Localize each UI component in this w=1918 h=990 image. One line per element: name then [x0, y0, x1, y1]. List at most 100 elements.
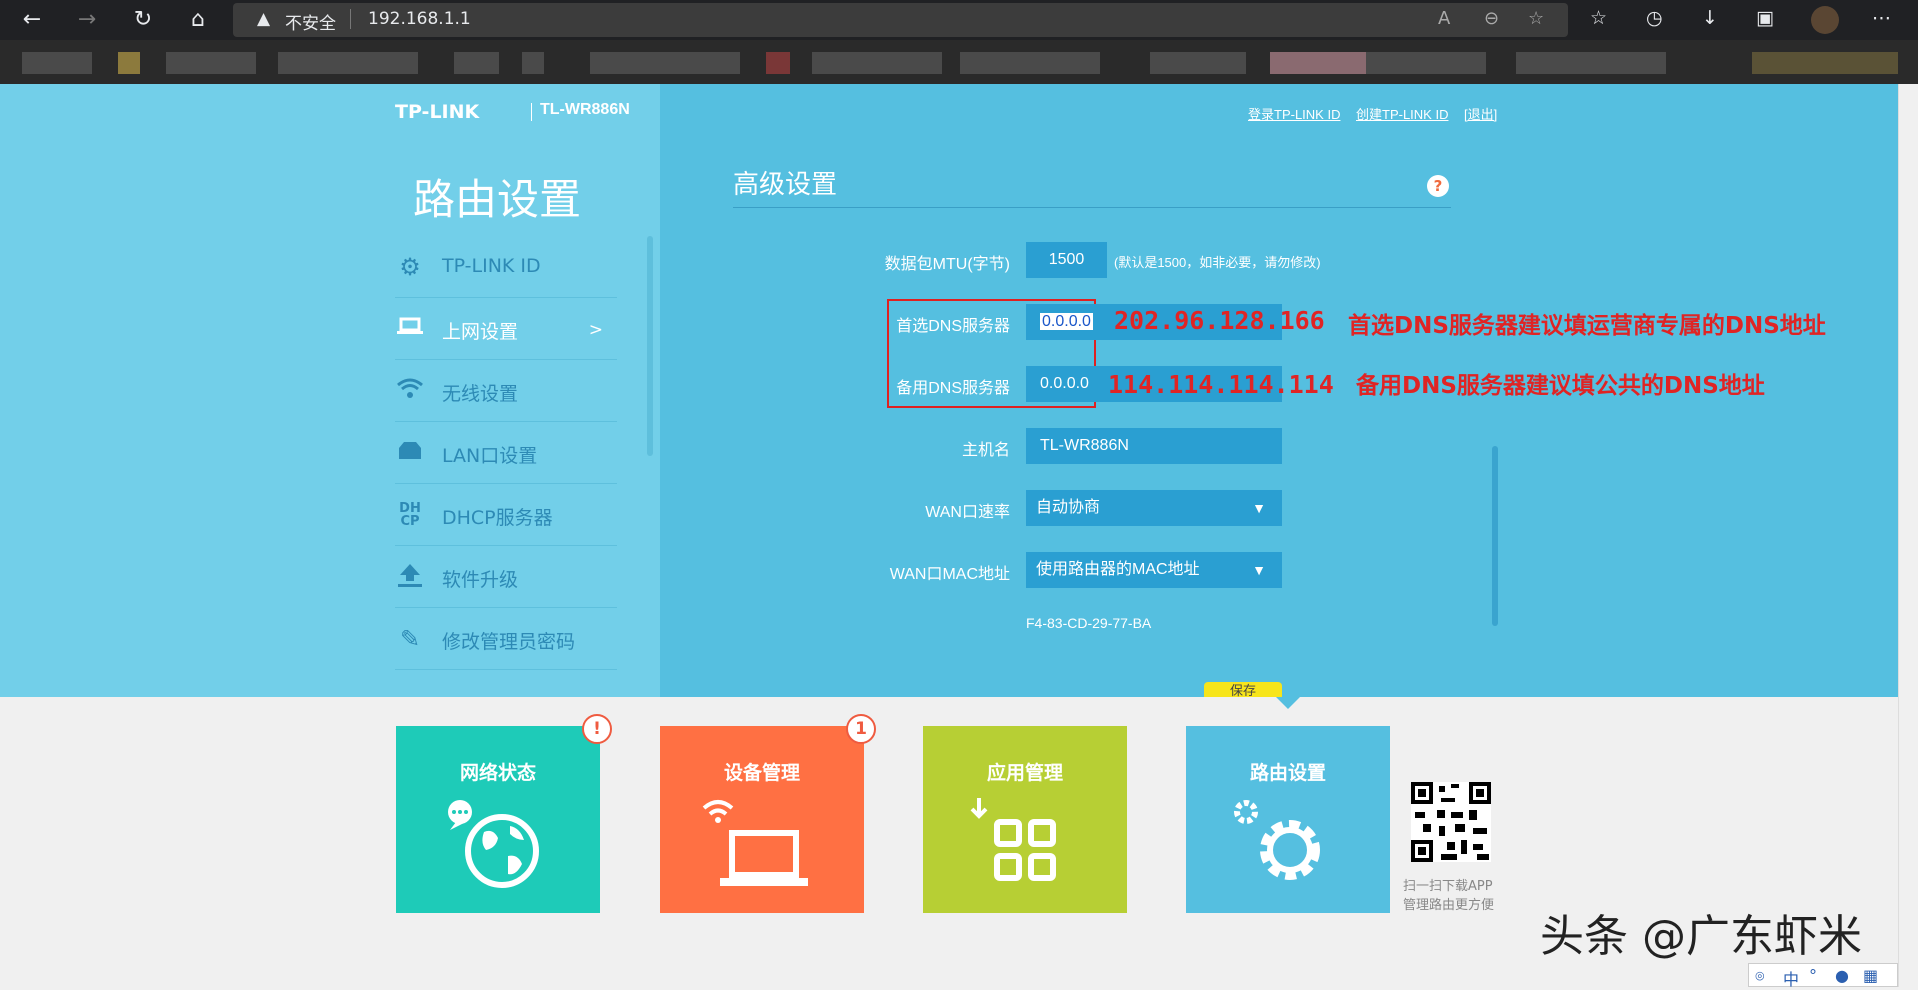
read-aloud-icon[interactable]: A [1438, 8, 1450, 29]
download-icon[interactable]: ↓ [1702, 7, 1718, 29]
bookmark-item[interactable] [590, 52, 740, 74]
mtu-hint: (默认是1500，如非必要，请勿修改) [1114, 255, 1321, 270]
dns2-annotation-ip: 114.114.114.114 [1108, 370, 1334, 399]
section-title: 高级设置 [733, 170, 838, 200]
wan-speed-select[interactable]: 自动协商 ▼ [1026, 490, 1282, 526]
refresh-icon[interactable]: ↻ [129, 6, 157, 34]
forward-icon[interactable]: → [73, 6, 101, 34]
dns1-input[interactable]: 0.0.0.0 [1026, 304, 1096, 340]
sidebar-item-label: LAN口设置 [442, 445, 538, 467]
qr-code-image [1411, 782, 1491, 862]
tile-network-status[interactable]: 网络状态 ! [396, 714, 612, 913]
bookmark-item[interactable] [960, 52, 1100, 74]
home-icon[interactable]: ⌂ [184, 6, 212, 34]
microphone-icon[interactable]: ● [1835, 966, 1849, 985]
zoom-icon[interactable]: ⊖ [1484, 8, 1499, 29]
sidebar-scrollbar[interactable] [647, 236, 653, 456]
laptop-icon [395, 314, 425, 344]
qr-caption: 扫一扫下载APP 管理路由更方便 [1403, 877, 1503, 915]
bookmark-item[interactable] [766, 52, 790, 74]
sidebar-item-dhcp[interactable]: DH CP DHCP服务器 [395, 484, 617, 546]
content-scrollbar[interactable] [1492, 446, 1498, 626]
bookmark-item[interactable] [22, 52, 92, 74]
ime-toolbar: ◎ 中 ° ● ▦ [1748, 963, 1898, 990]
gears-icon [1228, 798, 1348, 893]
lan-icon [395, 438, 425, 468]
hostname-input[interactable]: TL-WR886N [1026, 428, 1282, 464]
ime-menu-icon[interactable]: ▦ [1863, 966, 1878, 985]
dns1-annotation-note: 首选DNS服务器建议填运营商专属的DNS地址 [1348, 313, 1826, 339]
bookmark-item[interactable] [1366, 52, 1486, 74]
sidebar-item-upgrade[interactable]: 软件升级 [395, 546, 617, 608]
more-menu-icon[interactable]: ⋯ [1872, 7, 1891, 29]
dhcp-icon: DH CP [399, 501, 421, 529]
login-tplink-link[interactable]: 登录TP-LINK ID [1248, 104, 1340, 123]
logo-divider [531, 103, 532, 121]
sidebar-item-internet[interactable]: 上网设置 > [395, 298, 617, 360]
upload-icon [395, 562, 425, 592]
back-icon[interactable]: ← [18, 6, 46, 34]
page-scrollbar[interactable] [1898, 84, 1918, 987]
qr-caption-line: 扫一扫下载APP [1403, 879, 1493, 894]
save-button[interactable]: 保存 [1204, 682, 1282, 697]
tile-app-management[interactable]: 应用管理 [923, 726, 1127, 913]
bookmark-item[interactable] [278, 52, 418, 74]
bookmark-item[interactable] [1516, 52, 1666, 74]
favorites-icon[interactable]: ☆ [1590, 7, 1607, 29]
browser-toolbar: ← → ↻ ⌂ ▲ 不安全 192.168.1.1 A ⊖ ☆ ☆ ◷ ↓ ▣ … [0, 0, 1918, 40]
tile-title: 网络状态 [459, 762, 536, 784]
mac-address-text: F4-83-CD-29-77-BA [1026, 615, 1152, 631]
ime-punct-icon[interactable]: ° [1809, 966, 1817, 985]
help-icon[interactable]: ? [1427, 175, 1449, 197]
tile-title: 设备管理 [723, 762, 800, 784]
pencil-icon: ✎ [399, 625, 421, 653]
sidebar-item-label: DHCP服务器 [442, 507, 553, 529]
ime-logo-icon[interactable]: ◎ [1755, 969, 1765, 982]
wan-speed-label: WAN口速率 [925, 504, 1010, 521]
create-tplink-link[interactable]: 创建TP-LINK ID [1356, 104, 1448, 123]
brand-logo: TP-LINK [395, 101, 480, 123]
model-name: TL-WR886N [540, 101, 630, 118]
tile-router-settings[interactable]: 路由设置 [1186, 726, 1390, 913]
wan-mac-label: WAN口MAC地址 [889, 566, 1010, 583]
address-divider [350, 9, 351, 29]
sidebar-item-wireless[interactable]: 无线设置 [395, 360, 617, 422]
bookmark-item[interactable] [454, 52, 499, 74]
sidebar-item-label: 修改管理员密码 [442, 631, 576, 653]
bookmark-item[interactable] [812, 52, 942, 74]
dns1-label: 首选DNS服务器 [896, 318, 1010, 335]
tile-pointer [1276, 697, 1300, 709]
bookmark-item[interactable] [118, 52, 140, 74]
history-icon[interactable]: ◷ [1646, 7, 1663, 29]
warning-icon[interactable]: ▲ [257, 9, 270, 29]
laptop-wifi-icon [702, 798, 822, 893]
bookmark-bar [0, 40, 1918, 84]
sidebar-item-password[interactable]: ✎ 修改管理员密码 [395, 608, 617, 670]
insecure-label[interactable]: 不安全 [285, 9, 336, 34]
sidebar-item-lan[interactable]: LAN口设置 [395, 422, 617, 484]
bookmark-item[interactable] [1752, 52, 1898, 74]
favorite-add-icon[interactable]: ☆ [1528, 8, 1544, 29]
bookmark-item[interactable] [522, 52, 544, 74]
profile-avatar[interactable] [1811, 6, 1839, 34]
wan-mac-value: 使用路由器的MAC地址 [1036, 561, 1200, 578]
bookmark-item[interactable] [1270, 52, 1376, 74]
logout-link[interactable]: [退出] [1464, 104, 1497, 123]
dns2-input[interactable]: 0.0.0.0 [1026, 366, 1096, 402]
mtu-label: 数据包MTU(字节) [884, 256, 1010, 273]
tile-device-management[interactable]: 设备管理 1 [660, 714, 876, 913]
apps-grid-icon [965, 798, 1085, 893]
wan-mac-select[interactable]: 使用路由器的MAC地址 ▼ [1026, 552, 1282, 588]
url-text[interactable]: 192.168.1.1 [368, 9, 471, 29]
count-badge: 1 [846, 714, 876, 744]
dns1-selected-text: 0.0.0.0 [1040, 313, 1093, 330]
sidebar-item-label: 上网设置 [442, 321, 519, 343]
collections-icon[interactable]: ▣ [1756, 7, 1774, 29]
mtu-input[interactable]: 1500 [1026, 242, 1107, 278]
sidebar-title: 路由设置 [413, 175, 582, 224]
sidebar-item-tplink-id[interactable]: ⚙ TP-LINK ID [395, 236, 617, 298]
ime-lang-indicator[interactable]: 中 [1783, 966, 1799, 990]
bookmark-item[interactable] [166, 52, 256, 74]
wifi-icon [395, 376, 425, 406]
bookmark-item[interactable] [1150, 52, 1246, 74]
